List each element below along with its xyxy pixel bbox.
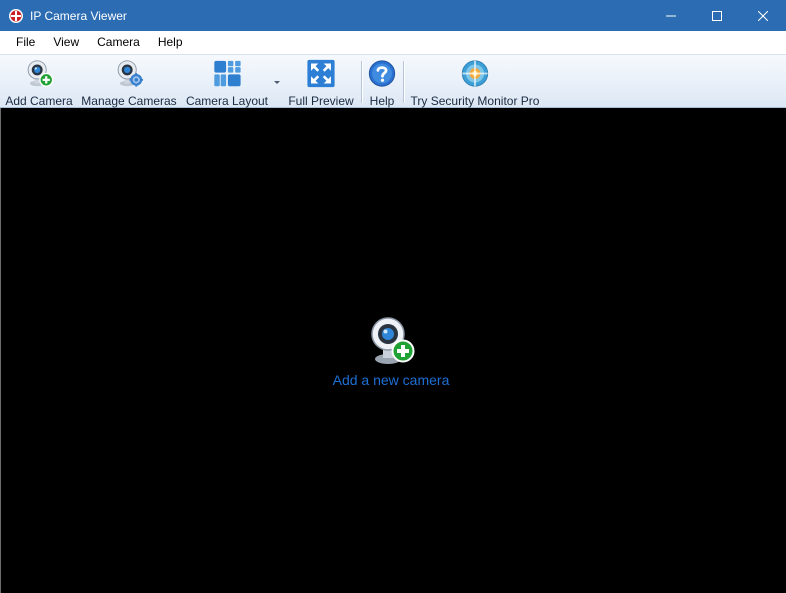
help-label: Help: [369, 94, 395, 108]
full-preview-icon: [307, 59, 335, 88]
app-logo-icon: [9, 8, 23, 23]
menu-camera[interactable]: Camera: [88, 31, 149, 54]
menu-help[interactable]: Help: [149, 31, 192, 54]
full-preview-label: Full Preview: [288, 94, 354, 108]
help-icon: [368, 60, 396, 87]
menu-file[interactable]: File: [7, 31, 44, 54]
window-title: IP Camera Viewer: [30, 8, 127, 23]
empty-state: Add a new camera: [291, 316, 491, 388]
toolbar-separator: [361, 61, 362, 103]
camera-layout-dropdown-arrow[interactable]: [274, 81, 280, 84]
menu-bar: File View Camera Help: [0, 31, 786, 54]
try-security-monitor-pro-label: Try Security Monitor Pro: [410, 94, 540, 108]
maximize-button[interactable]: [694, 0, 740, 31]
close-button[interactable]: [740, 0, 786, 31]
close-icon: [758, 10, 768, 21]
add-camera-large-icon[interactable]: [366, 316, 416, 366]
app-window: IP Camera Viewer File View Camera Help A…: [0, 0, 786, 593]
manage-cameras-icon: [117, 60, 144, 87]
camera-layout-icon: [214, 60, 241, 87]
add-camera-label: Add Camera: [5, 94, 73, 108]
camera-layout-label: Camera Layout: [185, 94, 269, 108]
maximize-icon: [712, 10, 722, 21]
menu-view[interactable]: View: [44, 31, 88, 54]
toolbar: Add Camera Manage Cameras Camera Layout …: [0, 54, 786, 108]
security-monitor-pro-icon: [461, 60, 489, 87]
title-bar[interactable]: IP Camera Viewer: [0, 0, 786, 31]
manage-cameras-label: Manage Cameras: [81, 94, 177, 108]
add-camera-button[interactable]: Add Camera: [4, 55, 74, 108]
manage-cameras-button[interactable]: Manage Cameras: [80, 55, 178, 108]
toolbar-separator-2: [403, 61, 404, 103]
minimize-icon: [666, 15, 676, 16]
help-button[interactable]: Help: [364, 55, 400, 108]
minimize-button[interactable]: [648, 0, 694, 31]
try-security-monitor-pro-button[interactable]: Try Security Monitor Pro: [408, 55, 542, 108]
camera-layout-button[interactable]: Camera Layout: [184, 55, 270, 108]
add-camera-icon: [27, 60, 54, 87]
full-preview-button[interactable]: Full Preview: [286, 55, 356, 108]
add-new-camera-link[interactable]: Add a new camera: [333, 372, 450, 388]
camera-view-area: Add a new camera: [0, 108, 786, 593]
